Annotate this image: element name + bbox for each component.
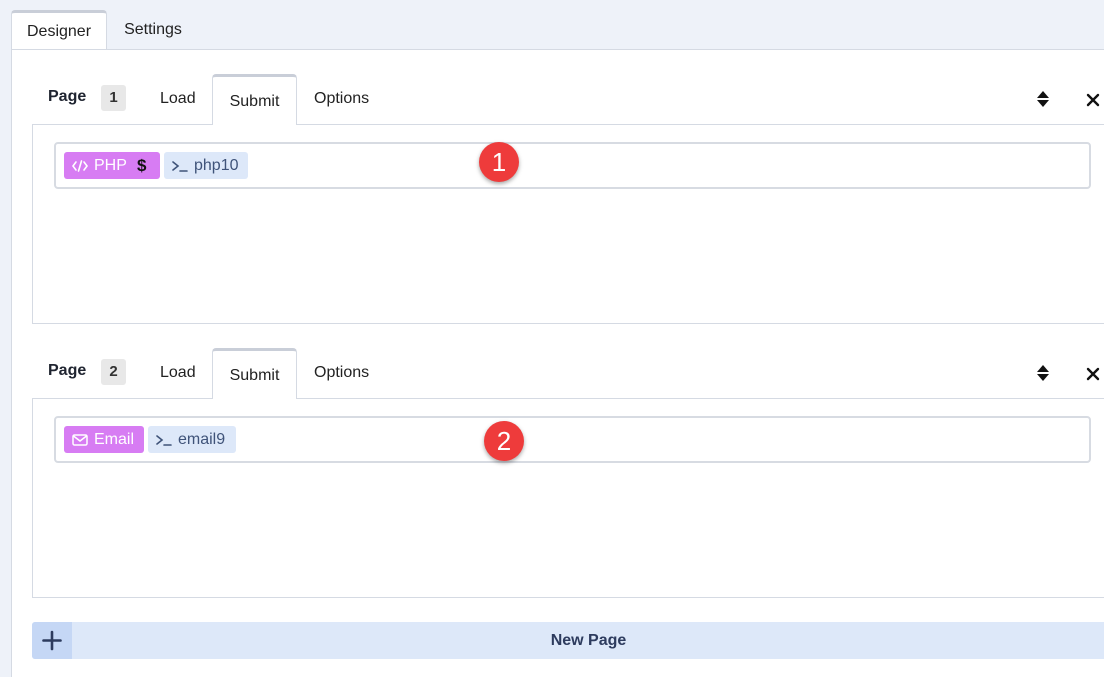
- page-header: Page 1 Load Submit Options: [32, 74, 1104, 125]
- page-label: Page: [48, 362, 87, 379]
- tab-submit[interactable]: Submit: [212, 74, 297, 125]
- tab-designer[interactable]: Designer: [11, 10, 107, 50]
- page-number: 1: [101, 85, 126, 111]
- terminal-icon: [172, 161, 188, 172]
- callout-badge: 1: [479, 142, 519, 182]
- tab-options[interactable]: Options: [314, 348, 369, 398]
- designer-panel: Page 1 Load Submit Options PHP $ php10 1…: [11, 49, 1104, 677]
- new-page-bar: New Page: [32, 622, 1104, 659]
- php-action-chip[interactable]: PHP $: [64, 152, 160, 179]
- tab-load[interactable]: Load: [160, 74, 196, 124]
- callout-badge: 2: [484, 421, 524, 461]
- sort-icon[interactable]: [1036, 364, 1050, 382]
- action-row[interactable]: PHP $ php10: [54, 142, 1091, 189]
- tab-options[interactable]: Options: [314, 74, 369, 124]
- submit-actions-area: PHP $ php10 1: [32, 124, 1104, 324]
- terminal-icon: [156, 435, 172, 446]
- close-icon[interactable]: [1085, 90, 1101, 108]
- add-page-button[interactable]: [32, 622, 72, 659]
- code-icon: [72, 160, 88, 172]
- variable-chip-label: php10: [194, 157, 239, 174]
- page-block-1: Page 1 Load Submit Options PHP $ php10 1: [32, 74, 1104, 324]
- envelope-icon: [72, 434, 88, 446]
- close-icon[interactable]: [1085, 364, 1101, 382]
- page-number: 2: [101, 359, 126, 385]
- page-block-2: Page 2 Load Submit Options Email email9 …: [32, 348, 1104, 598]
- variable-chip[interactable]: php10: [164, 152, 248, 179]
- tab-settings[interactable]: Settings: [107, 10, 199, 50]
- page-header: Page 2 Load Submit Options: [32, 348, 1104, 399]
- tab-submit[interactable]: Submit: [212, 348, 297, 399]
- plus-icon: [42, 630, 62, 651]
- new-page-button[interactable]: New Page: [72, 622, 1104, 659]
- php-chip-label: PHP: [94, 157, 127, 174]
- top-tab-bar: Designer Settings: [0, 0, 1104, 50]
- variable-chip-label: email9: [178, 431, 226, 448]
- sort-icon[interactable]: [1036, 90, 1050, 108]
- variable-chip[interactable]: email9: [148, 426, 236, 453]
- tab-load[interactable]: Load: [160, 348, 196, 398]
- dollar-icon: $: [137, 156, 147, 175]
- email-action-chip[interactable]: Email: [64, 426, 144, 453]
- email-chip-label: Email: [94, 431, 135, 448]
- submit-actions-area: Email email9 2: [32, 398, 1104, 598]
- page-label: Page: [48, 88, 87, 105]
- action-row[interactable]: Email email9: [54, 416, 1091, 463]
